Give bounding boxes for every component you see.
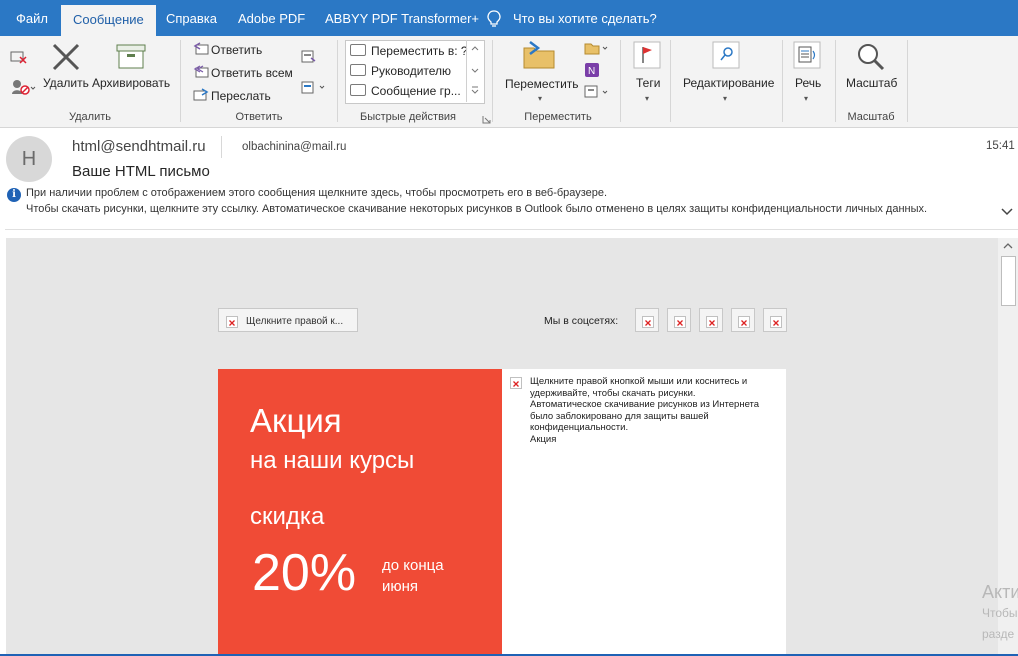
forward-mail-icon (350, 64, 366, 76)
broken-image-icon (706, 316, 718, 328)
tell-me-search[interactable]: Что вы хотите сделать? (513, 0, 657, 36)
move-button[interactable]: Переместить (505, 77, 579, 91)
blocked-image-caption: Щелкните правой кнопкой мыши или косните… (530, 376, 760, 445)
group-separator (620, 40, 621, 122)
move-icon (350, 44, 366, 56)
header-divider (5, 229, 1018, 230)
speech-caret-icon[interactable]: ▾ (804, 94, 808, 103)
info-icon: i (7, 188, 21, 202)
message-subject: Ваше HTML письмо (72, 163, 210, 180)
quick-steps-label: Быстрые действия (359, 111, 457, 123)
forward-button[interactable]: Переслать (211, 89, 271, 103)
zoom-group-label: Масштаб (847, 111, 895, 123)
promo-title: Акция (250, 402, 342, 439)
quick-steps-scroll[interactable] (466, 40, 483, 102)
speech-button[interactable]: Речь (795, 76, 821, 90)
quick-step-team-email[interactable]: Сообщение гр... (350, 82, 461, 101)
group-separator (835, 40, 836, 122)
reply-icon (193, 42, 209, 55)
tags-caret-icon[interactable]: ▾ (645, 94, 649, 103)
respond-group-label: Ответить (235, 111, 283, 123)
group-separator (670, 40, 671, 122)
group-separator (180, 40, 181, 122)
quick-steps-gallery: Переместить в: ? Руководителю Сообщение … (345, 40, 485, 104)
zoom-magnifier-icon[interactable] (856, 42, 886, 72)
group-separator (337, 40, 338, 122)
mail-icon (350, 84, 366, 96)
header-divider (221, 136, 222, 158)
broken-image-icon (642, 316, 654, 328)
editing-search-icon[interactable] (712, 41, 740, 69)
broken-image-icon (674, 316, 686, 328)
promo-until-line2: июня (382, 578, 419, 595)
rules-icon[interactable] (584, 41, 610, 55)
scroll-up-arrow-icon[interactable] (998, 238, 1018, 254)
quick-step-to-manager[interactable]: Руководителю (350, 62, 451, 81)
reply-button[interactable]: Ответить (211, 43, 262, 57)
message-time: 15:41 (986, 140, 1015, 152)
ribbon: Удалить Архивировать Удалить Ответить От… (0, 36, 1018, 128)
speech-read-aloud-icon[interactable] (793, 41, 821, 69)
tab-help[interactable]: Справка (166, 0, 217, 36)
group-separator (907, 40, 908, 122)
meeting-reply-icon[interactable] (301, 50, 317, 64)
onenote-icon[interactable]: N (584, 62, 600, 78)
ignore-icon[interactable] (10, 49, 28, 65)
move-caret-icon[interactable]: ▾ (538, 94, 542, 103)
forward-icon (193, 88, 209, 101)
windows-activation-watermark: разде (982, 627, 1015, 641)
group-separator (492, 40, 493, 122)
sender-address[interactable]: html@sendhtmail.ru (72, 138, 206, 155)
windows-activation-watermark: Чтобы (982, 606, 1018, 620)
quick-step-move-to[interactable]: Переместить в: ? (350, 42, 468, 61)
scrollbar-thumb[interactable] (1001, 256, 1016, 306)
move-folder-icon[interactable] (522, 40, 556, 70)
archive-icon[interactable] (116, 44, 146, 70)
tags-flag-icon[interactable] (633, 41, 661, 69)
ribbon-tab-bar: Файл Сообщение Справка Adobe PDF ABBYY P… (0, 0, 1018, 36)
broken-image-icon (738, 316, 750, 328)
delete-group-label: Удалить (69, 111, 111, 123)
actions-icon[interactable] (584, 84, 610, 100)
reply-all-button[interactable]: Ответить всем (211, 66, 293, 80)
broken-image-icon (770, 316, 782, 328)
tab-message[interactable]: Сообщение (61, 5, 156, 36)
zoom-button[interactable]: Масштаб (846, 76, 897, 90)
junk-icon[interactable] (10, 78, 36, 96)
archive-button[interactable]: Архивировать (92, 76, 170, 90)
promo-discount-label: скидка (250, 503, 325, 530)
quick-step-label: Руководителю (371, 64, 452, 78)
blocked-image-caption: Щелкните правой к... (246, 316, 344, 327)
delete-button[interactable]: Удалить (43, 76, 89, 90)
recipient-address[interactable]: olbachinina@mail.ru (242, 141, 346, 153)
group-separator (782, 40, 783, 122)
tab-adobe-pdf[interactable]: Adobe PDF (238, 0, 305, 36)
tab-abbyy[interactable]: ABBYY PDF Transformer+ (325, 0, 479, 36)
download-pictures-infobar[interactable]: Чтобы скачать рисунки, щелкните эту ссыл… (26, 203, 927, 215)
quick-step-label: Сообщение гр... (371, 84, 461, 98)
editing-button[interactable]: Редактирование (683, 76, 774, 90)
editing-caret-icon[interactable]: ▾ (723, 94, 727, 103)
dialog-launcher-icon[interactable] (482, 115, 491, 124)
tab-file[interactable]: Файл (16, 0, 48, 36)
move-group-label: Переместить (524, 111, 592, 123)
lightbulb-icon (487, 10, 501, 27)
reply-all-icon (193, 65, 209, 78)
svg-text:N: N (588, 66, 595, 77)
more-respond-icon[interactable] (301, 81, 327, 95)
quick-step-label: Переместить в: ? (371, 44, 468, 58)
promo-percent: 20% (252, 544, 357, 602)
broken-image-icon (510, 377, 522, 389)
social-label: Мы в соцсетях: (544, 315, 619, 327)
promo-subtitle: на наши курсы (250, 447, 415, 474)
delete-icon[interactable] (50, 42, 82, 72)
broken-image-icon (226, 316, 238, 328)
sender-avatar[interactable]: H (6, 136, 52, 182)
view-in-browser-infobar[interactable]: При наличии проблем с отображением этого… (26, 187, 607, 199)
windows-activation-watermark: Акти (982, 582, 1018, 602)
chevron-down-icon[interactable] (1000, 206, 1014, 218)
tags-button[interactable]: Теги (636, 76, 660, 90)
promo-until-line1: до конца (382, 557, 444, 574)
